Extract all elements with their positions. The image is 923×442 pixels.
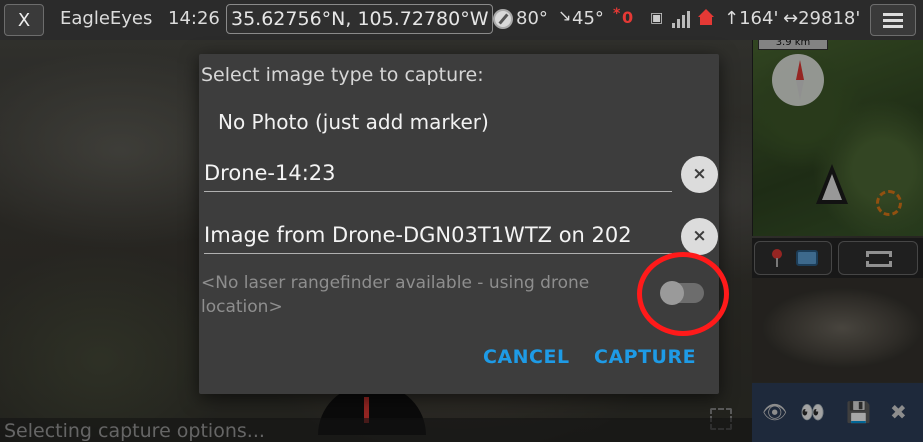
app-name: EagleEyes	[60, 8, 153, 29]
clock: 14:26	[168, 8, 220, 29]
capture-button[interactable]: CAPTURE	[594, 346, 696, 368]
no-photo-option[interactable]: No Photo (just add marker)	[218, 110, 489, 134]
laser-rangefinder-note: <No laser rangefinder available - using …	[201, 273, 590, 317]
home-icon	[697, 9, 715, 25]
altitude-value: ↑164'	[724, 8, 779, 29]
pitch-angle-icon: ↘	[558, 6, 572, 25]
distance-value: ↔29818'	[783, 8, 861, 29]
top-bar: X EagleEyes 14:26 35.62756°N, 105.72780°…	[0, 0, 923, 40]
clear-description-button[interactable]: ×	[681, 218, 718, 255]
signal-bars-icon	[672, 10, 690, 28]
marker-description-input[interactable]: Image from Drone-DGN03T1WTZ on 202	[204, 218, 672, 254]
close-app-button[interactable]: X	[4, 4, 44, 36]
marker-name-input[interactable]: Drone-14:23	[204, 156, 672, 192]
menu-button[interactable]	[870, 4, 916, 36]
dialog-title: Select image type to capture:	[201, 64, 484, 86]
record-count: 0	[622, 8, 634, 27]
heading-compass-icon	[493, 9, 513, 29]
controller-signal-icon: ▣	[650, 10, 664, 26]
coordinates-display[interactable]: 35.62756°N, 105.72780°W	[226, 4, 494, 34]
clear-name-button[interactable]: ×	[681, 156, 718, 193]
pitch-value: 45°	[572, 8, 604, 29]
highlight-annotation-circle	[637, 252, 729, 336]
cancel-button[interactable]: CANCEL	[483, 346, 570, 368]
heading-value: 80°	[516, 8, 548, 29]
record-indicator-icon: *	[613, 6, 621, 22]
